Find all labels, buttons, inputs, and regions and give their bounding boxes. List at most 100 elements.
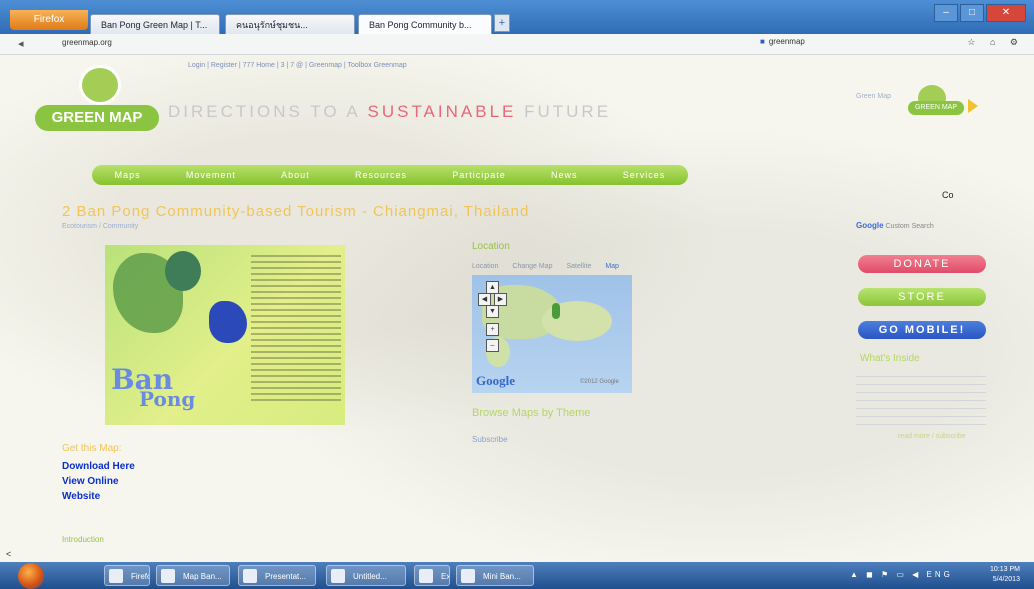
whats-inside-heading: What's Inside [860, 353, 920, 364]
breadcrumb[interactable]: Ecotourism / Community [62, 223, 138, 230]
window-controls: – □ ✕ [934, 4, 1026, 22]
map-title-pong: Pong [139, 387, 196, 411]
firefox-menu-button[interactable]: Firefox [10, 10, 88, 30]
globe-icon [79, 65, 121, 105]
arrow-right-icon [968, 99, 978, 113]
task-label: Map Ban... [183, 572, 222, 581]
badge-small-text: Green Map [856, 93, 892, 100]
green-map-logo[interactable]: GREEN MAP [35, 65, 165, 135]
badge-text: GREEN MAP [908, 101, 964, 115]
document-icon [161, 569, 175, 583]
menu-item-resources[interactable]: Resources [355, 170, 407, 180]
sidebar-more-link[interactable]: read more / subscribe [898, 433, 966, 440]
taskbar-presentation[interactable]: Presentat... [238, 565, 316, 586]
search-engine-icon: ■ [760, 37, 765, 46]
custom-search-label: Custom Search [885, 223, 934, 230]
task-label: Excel [441, 572, 450, 581]
tagline-post: FUTURE [524, 102, 612, 121]
task-label: Mini Ban... [483, 572, 521, 581]
sidebar-text-block [856, 375, 986, 425]
main-menu: Maps Movement About Resources Participat… [92, 165, 688, 185]
download-here-link[interactable]: Download Here [62, 461, 135, 472]
menu-item-news[interactable]: News [551, 170, 578, 180]
green-map-thumbnail[interactable]: Ban Pong [105, 245, 345, 425]
taskbar-map-ban[interactable]: Map Ban... [156, 565, 230, 586]
excel-icon [419, 569, 433, 583]
paint-icon [331, 569, 345, 583]
go-mobile-button[interactable]: GO MOBILE! [858, 321, 986, 339]
green-map-badge[interactable]: Green Map GREEN MAP [856, 85, 978, 125]
map-tab-satellite[interactable]: Satellite [566, 263, 591, 270]
map-tab-change-map[interactable]: Change Map [512, 263, 552, 270]
map-region [165, 251, 201, 291]
menu-item-about[interactable]: About [281, 170, 310, 180]
clock-time: 10:13 PM [990, 566, 1020, 573]
donate-button[interactable]: DONATE [858, 255, 986, 273]
address-bar[interactable]: greenmap.org [62, 38, 112, 47]
folder-icon [461, 569, 475, 583]
store-button[interactable]: STORE [858, 288, 986, 306]
introduction-heading: Introduction [62, 535, 104, 544]
menu-item-maps[interactable]: Maps [115, 170, 141, 180]
logo-text: GREEN MAP [35, 105, 159, 131]
website-link[interactable]: Website [62, 491, 100, 502]
page-content: Login | Register | 777 Home | 3 | 7 @ | … [0, 55, 1034, 562]
presentation-icon [243, 569, 257, 583]
map-tab-location[interactable]: Location [472, 263, 498, 270]
subscribe-link[interactable]: Subscribe [472, 435, 508, 444]
get-map-label: Get this Map: [62, 443, 122, 454]
scroll-left-arrow-icon[interactable]: < [6, 549, 11, 559]
map-region [209, 301, 247, 343]
map-marker-icon[interactable] [552, 303, 560, 319]
minimize-button[interactable]: – [934, 4, 958, 22]
google-logo[interactable]: Google [476, 373, 515, 389]
close-button[interactable]: ✕ [986, 4, 1026, 22]
search-input[interactable]: ■ greenmap [760, 37, 900, 50]
back-arrow-icon[interactable]: ◂ [18, 37, 24, 50]
maximize-button[interactable]: □ [960, 4, 984, 22]
taskbar-untitled[interactable]: Untitled... [326, 565, 406, 586]
location-title: Location [472, 241, 510, 252]
page-title: 2 Ban Pong Community-based Tourism - Chi… [62, 203, 530, 220]
menu-item-movement[interactable]: Movement [186, 170, 236, 180]
google-custom-search[interactable]: Google Custom Search [856, 221, 934, 230]
browser-window: Firefox Ban Pong Green Map | T... คนอนุร… [0, 0, 1034, 589]
search-input-text: greenmap [768, 37, 805, 46]
task-label: Untitled... [353, 572, 387, 581]
zoom-in-icon[interactable]: + [486, 323, 499, 336]
menu-item-participate[interactable]: Participate [452, 170, 506, 180]
task-label: Firefox [131, 572, 149, 581]
system-tray[interactable]: ▲ ◼ ⚑ ▭ ◀ ENG [850, 570, 953, 579]
map-tab-map[interactable]: Map [605, 263, 619, 270]
clock-date: 5/4/2013 [992, 576, 1020, 583]
tab-ban-pong-green-map[interactable]: Ban Pong Green Map | T... [90, 14, 220, 35]
taskbar-folder[interactable]: Mini Ban... [456, 565, 534, 586]
top-links[interactable]: Login | Register | 777 Home | 3 | 7 @ | … [188, 62, 407, 69]
toolbar-icons[interactable]: ☆ ⌂ ⚙ [967, 37, 1024, 48]
windows-taskbar: Firefox Map Ban... Presentat... Untitled… [0, 562, 1034, 589]
pan-down-icon[interactable]: ▼ [486, 305, 499, 318]
view-online-link[interactable]: View Online [62, 476, 119, 487]
zoom-out-icon[interactable]: – [486, 339, 499, 352]
system-clock[interactable]: 10:13 PM 5/4/2013 [990, 565, 1020, 585]
task-label: Presentat... [265, 572, 306, 581]
co-button[interactable]: Co [942, 190, 954, 200]
google-search-logo: Google [856, 221, 884, 230]
start-button[interactable] [18, 563, 44, 589]
tagline-highlight: SUSTAINABLE [367, 102, 517, 121]
firefox-icon [109, 569, 123, 583]
map-type-tabs: Location Change Map Satellite Map [472, 263, 631, 270]
taskbar-firefox[interactable]: Firefox [104, 565, 150, 586]
tab-thai-community[interactable]: คนอนุรักษ์ชุมชน... [225, 14, 355, 35]
browse-maps-heading[interactable]: Browse Maps by Theme [472, 407, 590, 419]
taskbar-excel[interactable]: Excel [414, 565, 450, 586]
google-map[interactable]: ▲ ◀ ▶ ▼ + – Google ©2012 Google [472, 275, 632, 393]
tab-ban-pong-community[interactable]: Ban Pong Community b... [358, 14, 492, 35]
tab-bar: Firefox Ban Pong Green Map | T... คนอนุร… [0, 0, 1034, 35]
map-legend [251, 251, 341, 401]
map-copyright: ©2012 Google [580, 379, 619, 385]
new-tab-button[interactable]: + [494, 14, 510, 32]
navigation-bar: ◂ greenmap.org ■ greenmap ☆ ⌂ ⚙ [0, 34, 1034, 55]
tagline-pre: DIRECTIONS TO A [168, 102, 360, 121]
menu-item-services[interactable]: Services [623, 170, 666, 180]
